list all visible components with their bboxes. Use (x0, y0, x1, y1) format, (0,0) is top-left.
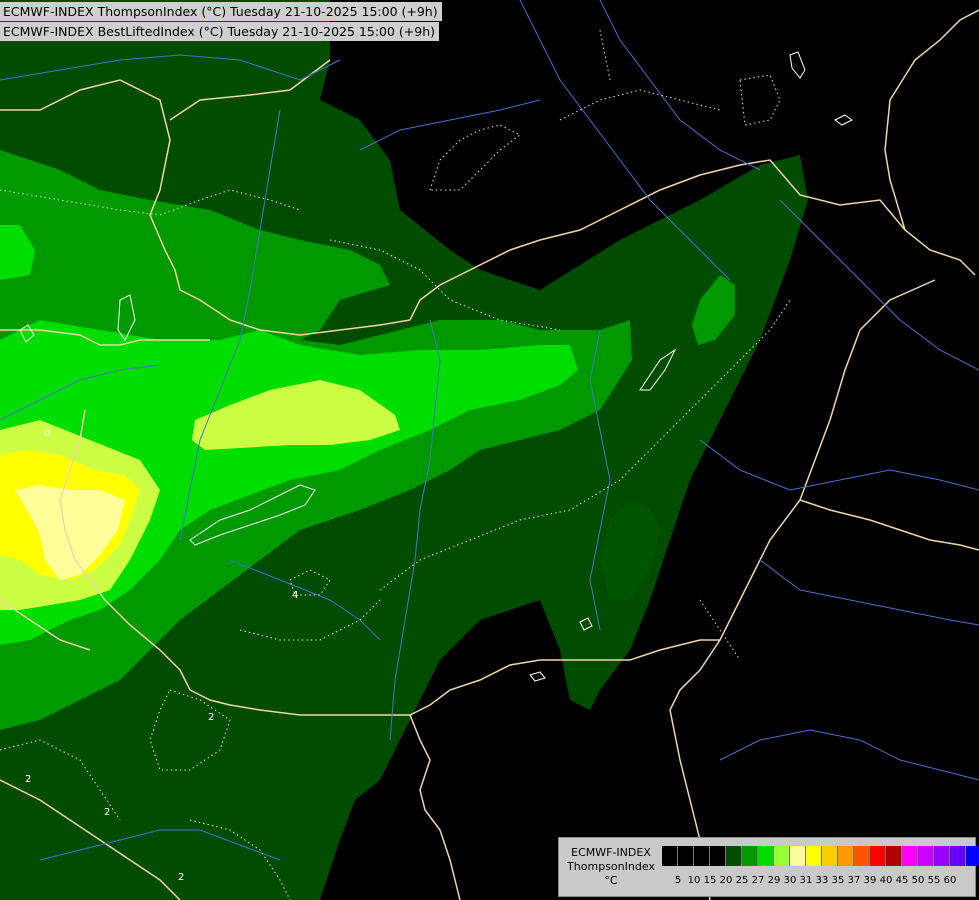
legend-swatch (774, 846, 790, 866)
legend-color-bar (662, 846, 979, 866)
contour-label: 2 (104, 807, 110, 818)
legend-title-line: ECMWF-INDEX (571, 846, 651, 859)
legend-swatch (694, 846, 710, 866)
contour-label: 2 (25, 774, 31, 785)
map-title-primary: ECMWF-INDEX ThompsonIndex (°C) Tuesday 2… (0, 2, 442, 21)
legend-swatch (950, 846, 966, 866)
legend-swatch (662, 846, 678, 866)
legend-swatch (726, 846, 742, 866)
legend-swatch (758, 846, 774, 866)
legend-swatch (886, 846, 902, 866)
legend-swatch (710, 846, 726, 866)
weather-map: 0 4 2 2 2 2 (0, 0, 979, 900)
legend-swatch (678, 846, 694, 866)
color-legend: ECMWF-INDEX ThompsonIndex °C 5 10 15 20 25 27… (558, 837, 979, 897)
legend-swatch (966, 846, 979, 866)
legend-swatch (790, 846, 806, 866)
contour-label: 0 (44, 428, 50, 439)
legend-swatch (742, 846, 758, 866)
legend-swatch (822, 846, 838, 866)
contour-label: 2 (178, 872, 184, 883)
legend-swatch (854, 846, 870, 866)
legend-title: ECMWF-INDEX ThompsonIndex °C (563, 846, 659, 888)
legend-tick-label: 60 (943, 875, 957, 886)
legend-swatch (870, 846, 886, 866)
legend-unit: °C (604, 874, 618, 887)
legend-swatch (806, 846, 822, 866)
contour-label: 4 (292, 590, 298, 601)
legend-swatch (934, 846, 950, 866)
legend-swatch (918, 846, 934, 866)
legend-swatch (838, 846, 854, 866)
map-title-secondary: ECMWF-INDEX BestLiftedIndex (°C) Tuesday… (0, 22, 440, 41)
legend-title-line: ThompsonIndex (567, 860, 655, 873)
contour-label: 2 (208, 712, 214, 723)
legend-swatch (902, 846, 918, 866)
